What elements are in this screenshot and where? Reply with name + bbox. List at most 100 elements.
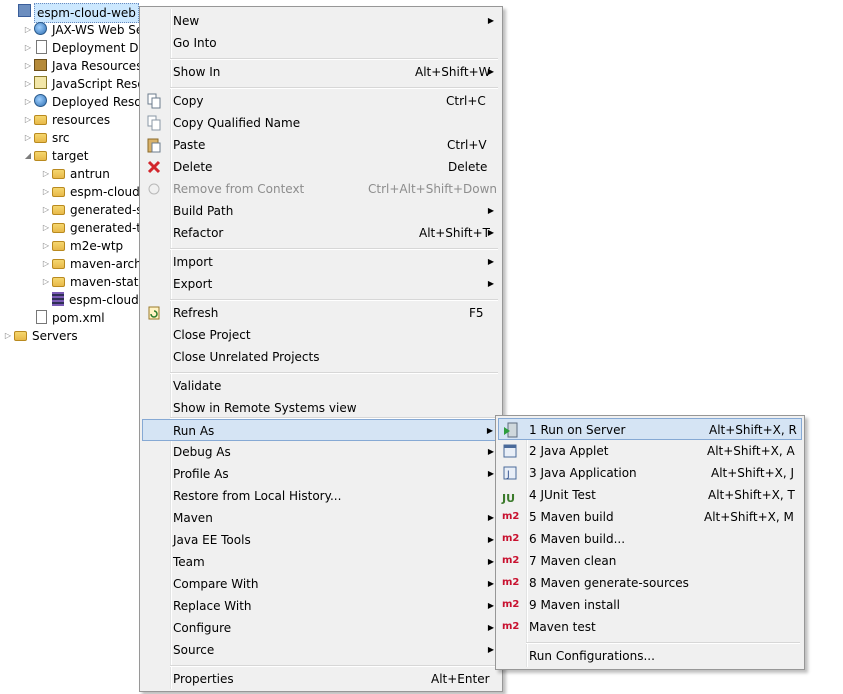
menu-item-maven-test[interactable]: m2 Maven test [498, 616, 802, 638]
menu-item-restore-from-local-history[interactable]: Restore from Local History... [142, 485, 500, 507]
menu-item-run-as[interactable]: Run As ▶ [142, 419, 500, 441]
expand-arrow-icon[interactable]: ▷ [22, 39, 34, 57]
menu-item-java-application[interactable]: J 3 Java Application Alt+Shift+X, J [498, 462, 802, 484]
menu-item-build-path[interactable]: Build Path ▶ [142, 200, 500, 222]
menu-item-paste[interactable]: Paste Ctrl+V [142, 134, 500, 156]
tree-item-antrun[interactable]: ▷ antrun [40, 165, 112, 183]
tree-item-deployment-descriptor[interactable]: ▷ Deployment De [22, 39, 148, 57]
folder-icon [52, 169, 65, 179]
menu-item-java-ee-tools[interactable]: Java EE Tools ▶ [142, 529, 500, 551]
expand-arrow-icon[interactable]: ▷ [40, 273, 52, 291]
collapse-arrow-icon[interactable]: ◢ [22, 147, 34, 165]
expand-arrow-icon[interactable]: ▷ [40, 219, 52, 237]
menu-item-label: 5 Maven build [529, 510, 614, 524]
expand-arrow-icon[interactable]: ▷ [22, 21, 34, 39]
tree-item-espm-cloud-folder[interactable]: ▷ espm-cloud [40, 183, 142, 201]
expand-arrow-icon[interactable]: ▷ [22, 75, 34, 93]
expand-arrow-icon[interactable]: ▷ [22, 111, 34, 129]
menu-item-validate[interactable]: Validate [142, 375, 500, 397]
menu-item-properties[interactable]: Properties Alt+Enter [142, 668, 500, 690]
svg-text:J: J [506, 470, 510, 480]
menu-item-copy[interactable]: Copy Ctrl+C [142, 90, 500, 112]
menu-item-label: Delete [173, 160, 213, 174]
menu-item-copy-qualified-name[interactable]: Copy Qualified Name [142, 112, 500, 134]
tree-item-src[interactable]: ▷ src [22, 129, 72, 147]
tree-item-resources[interactable]: ▷ resources [22, 111, 112, 129]
menu-item-refactor[interactable]: Refactor Alt+Shift+T ▶ [142, 222, 500, 244]
menu-item-label: Maven [173, 511, 213, 525]
tree-item-target[interactable]: ◢ target [22, 147, 91, 165]
tree-item-project[interactable]: espm-cloud-web [0, 3, 139, 23]
menu-item-go-into[interactable]: Go Into [142, 32, 500, 54]
expand-arrow-icon[interactable]: ▷ [40, 201, 52, 219]
menu-item-show-in-remote-systems[interactable]: Show in Remote Systems view [142, 397, 500, 419]
menu-item-source[interactable]: Source ▶ [142, 639, 500, 661]
menu-item-close-project[interactable]: Close Project [142, 324, 500, 346]
menu-item-maven-install[interactable]: m2 9 Maven install [498, 594, 802, 616]
menu-item-run-on-server[interactable]: 1 Run on Server Alt+Shift+X, R [498, 418, 802, 440]
tree-item-javascript-resources[interactable]: ▷ JavaScript Reso [22, 75, 147, 93]
folder-icon [14, 331, 27, 341]
tree-item-maven-status[interactable]: ▷ maven-statu [40, 273, 148, 291]
tree-item-m2e-wtp[interactable]: ▷ m2e-wtp [40, 237, 125, 255]
expand-arrow-icon[interactable]: ▷ [22, 129, 34, 147]
tree-item-maven-archiver[interactable]: ▷ maven-arch [40, 255, 144, 273]
menu-item-label: 2 Java Applet [529, 444, 609, 458]
menu-item-show-in[interactable]: Show In Alt+Shift+W ▶ [142, 61, 500, 83]
tree-item-pom-xml[interactable]: pom.xml [22, 309, 107, 327]
menu-item-maven[interactable]: Maven ▶ [142, 507, 500, 529]
expand-arrow-icon[interactable]: ▷ [2, 327, 14, 345]
tree-item-servers[interactable]: ▷ Servers [2, 327, 80, 345]
menu-item-shortcut: Alt+Shift+T [419, 226, 490, 240]
submenu-arrow-icon: ▶ [487, 447, 494, 456]
menu-item-debug-as[interactable]: Debug As ▶ [142, 441, 500, 463]
menu-item-junit-test[interactable]: JU 4 JUnit Test Alt+Shift+X, T [498, 484, 802, 506]
tree-item-generated-sources[interactable]: ▷ generated-s [40, 201, 145, 219]
menu-separator [170, 58, 498, 60]
menu-item-export[interactable]: Export ▶ [142, 273, 500, 295]
menu-separator [170, 299, 498, 301]
expand-arrow-icon[interactable]: ▷ [22, 93, 34, 111]
menu-item-maven-generate-sources[interactable]: m2 8 Maven generate-sources [498, 572, 802, 594]
menu-item-new[interactable]: New ▶ [142, 10, 500, 32]
tree-item-generated-test[interactable]: ▷ generated-t [40, 219, 143, 237]
tree-item-label: Java Resources [52, 59, 143, 73]
menu-item-configure[interactable]: Configure ▶ [142, 617, 500, 639]
menu-item-profile-as[interactable]: Profile As ▶ [142, 463, 500, 485]
menu-item-close-unrelated-projects[interactable]: Close Unrelated Projects [142, 346, 500, 368]
maven-icon: m2 [502, 577, 520, 588]
menu-item-label: Close Unrelated Projects [173, 350, 320, 364]
java-application-icon: J [502, 465, 518, 481]
open-folder-icon [34, 151, 47, 161]
tree-item-java-resources[interactable]: ▷ Java Resources [22, 57, 144, 75]
expand-arrow-icon[interactable]: ▷ [40, 183, 52, 201]
menu-item-delete[interactable]: Delete Delete [142, 156, 500, 178]
menu-item-label: Export [173, 277, 213, 291]
menu-item-label: Refresh [173, 306, 219, 320]
menu-item-compare-with[interactable]: Compare With ▶ [142, 573, 500, 595]
menu-item-refresh[interactable]: Refresh F5 [142, 302, 500, 324]
menu-item-maven-clean[interactable]: m2 7 Maven clean [498, 550, 802, 572]
tree-item-label: JAX-WS Web Se [52, 23, 144, 37]
menu-item-run-configurations[interactable]: Run Configurations... [498, 645, 802, 667]
menu-item-import[interactable]: Import ▶ [142, 251, 500, 273]
expand-arrow-icon[interactable]: ▷ [40, 165, 52, 183]
tree-item-jaxws[interactable]: ▷ JAX-WS Web Se [22, 21, 145, 39]
run-as-submenu: 1 Run on Server Alt+Shift+X, R 2 Java App… [495, 415, 805, 670]
tree-item-label: espm-cloud [69, 293, 139, 307]
tree-item-espm-cloud-war[interactable]: espm-cloud [40, 291, 141, 309]
menu-item-label: Configure [173, 621, 232, 635]
menu-item-java-applet[interactable]: 2 Java Applet Alt+Shift+X, A [498, 440, 802, 462]
menu-item-team[interactable]: Team ▶ [142, 551, 500, 573]
menu-item-maven-build-dialog[interactable]: m2 6 Maven build... [498, 528, 802, 550]
menu-separator [526, 642, 800, 644]
expand-arrow-icon[interactable]: ▷ [40, 237, 52, 255]
tree-item-deployed-resources[interactable]: ▷ Deployed Resou [22, 93, 151, 111]
menu-separator [170, 248, 498, 250]
menu-item-replace-with[interactable]: Replace With ▶ [142, 595, 500, 617]
menu-item-label: Java EE Tools [173, 533, 251, 547]
expand-arrow-icon[interactable]: ▷ [22, 57, 34, 75]
expand-arrow-icon[interactable]: ▷ [40, 255, 52, 273]
menu-item-maven-build[interactable]: m2 5 Maven build Alt+Shift+X, M [498, 506, 802, 528]
descriptor-icon [36, 40, 47, 54]
